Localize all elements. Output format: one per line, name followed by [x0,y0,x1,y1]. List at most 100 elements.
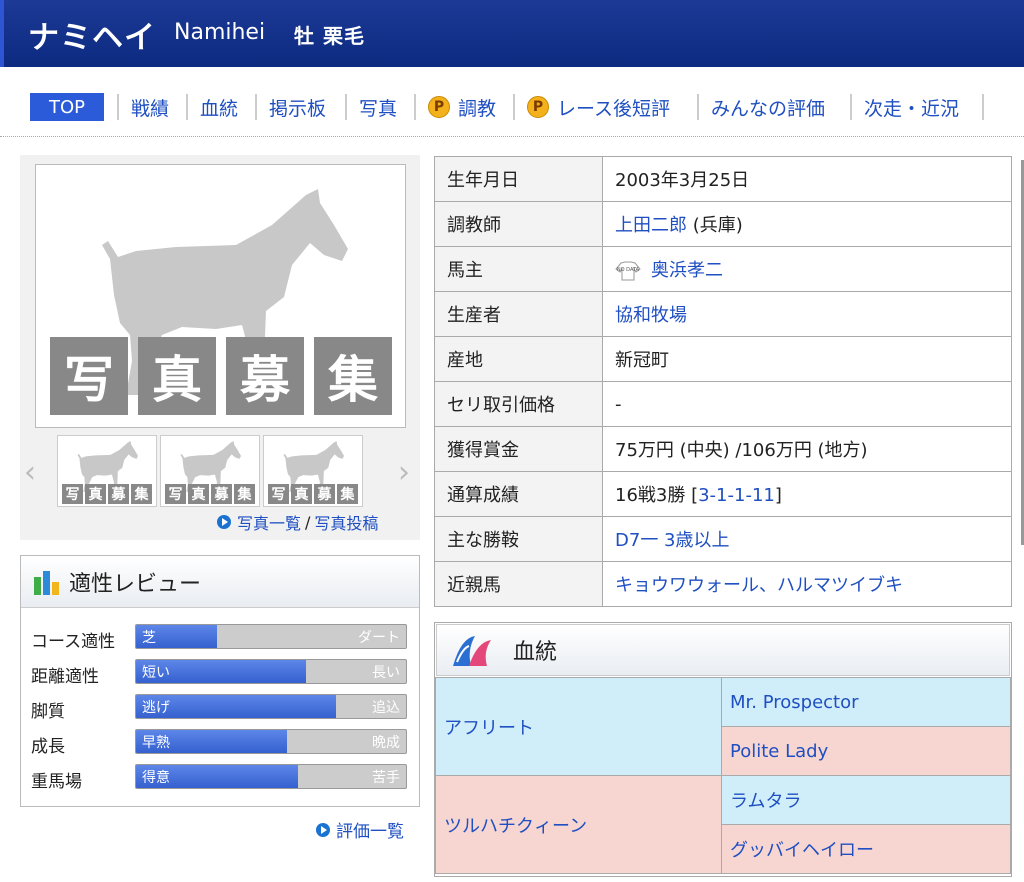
premium-icon: P [428,96,450,118]
thumbnail[interactable]: 写 真 募 集 [263,435,363,507]
thumbnail[interactable]: 写 真 募 集 [57,435,157,507]
profile-value: 新冠町 [602,336,1012,382]
chevron-right-icon[interactable]: › [398,455,410,490]
bar-left-label: 逃げ [142,700,170,716]
dam-dam-cell: グッバイヘイロー [721,824,1011,874]
sire-sire-link[interactable]: Mr. Prospector [730,692,859,713]
main-win-link[interactable]: D7一 3歳以上 [615,530,730,551]
bar-left-label: 芝 [142,630,156,646]
profile-row: 生年月日 2003年3月25日 [434,156,1012,202]
profile-value: 16戦3勝 [3-1-1-11] [602,471,1012,517]
nav-divider [850,94,852,120]
link-separator: / [305,512,311,532]
dam-sire-link[interactable]: ラムタラ [730,791,801,812]
page-header: ナミヘイ Namihei 牡 栗毛 [0,0,1024,67]
tab-race-comments[interactable]: P レース後短評 [527,92,670,122]
record-close: ] [774,485,782,506]
sire-sire-cell: Mr. Prospector [721,677,1011,727]
thumbnail[interactable]: 写 真 募 集 [160,435,260,507]
dam-sire-cell: ラムタラ [721,775,1011,825]
profile-row: 近親馬 キョウワウォール、ハルマツイブキ [434,561,1012,607]
review-row: 脚質 逃げ 追込 [31,694,411,722]
main-photo[interactable]: 写 真 募 集 [35,164,406,428]
photo-panel: 写 真 募 集 ‹ 写 真 募 集 写 真 募 集 写 真 募 集 › 写真一覧… [20,155,420,540]
review-row: 重馬場 得意 苦手 [31,764,411,792]
bar-left-label: 得意 [142,770,170,786]
profile-key: 生年月日 [434,156,603,202]
review-row: 成長 早熟 晩成 [31,729,411,757]
bar-chart-icon [34,570,59,595]
dam-dam-link[interactable]: グッバイヘイロー [730,840,874,861]
trainer-region: (兵庫) [687,215,743,236]
pedigree-title: 血統 [513,640,558,665]
review-label: 成長 [31,737,65,757]
aptitude-bar: 短い 長い [135,659,407,684]
photo-thumbnails: ‹ 写 真 募 集 写 真 募 集 写 真 募 集 › [20,433,420,507]
nav-bar: TOP 戦績 血統 掲示板 写真 P 調教 P レース後短評 みんなの評価 次走… [0,67,1024,137]
profile-value: 協和牧場 [602,291,1012,337]
profile-table: 生年月日 2003年3月25日 調教師 上田二郎 (兵庫) 馬主 NO DATA… [434,156,1012,607]
profile-value: キョウワウォール、ハルマツイブキ [602,561,1012,607]
tab-results[interactable]: 戦績 [131,92,169,122]
profile-key: 馬主 [434,246,603,292]
premium-icon: P [527,96,549,118]
aptitude-bar: 早熟 晩成 [135,729,407,754]
profile-row: 馬主 NO DATA 奥浜孝二 [434,246,1012,292]
tab-top[interactable]: TOP [30,93,104,121]
nav-divider [414,94,416,120]
bar-left-label: 早熟 [142,735,170,751]
photo-post-link[interactable]: 写真投稿 [314,510,378,534]
profile-value: D7一 3歳以上 [602,516,1012,562]
profile-row: 調教師 上田二郎 (兵庫) [434,201,1012,247]
relatives-link[interactable]: キョウワウォール、ハルマツイブキ [615,575,903,596]
eval-list-link[interactable]: 評価一覧 [336,817,404,842]
photo-recruit-label: 写 真 募 集 [62,484,152,504]
review-label: 距離適性 [31,667,99,687]
profile-key: 通算成績 [434,471,603,517]
profile-value: 2003年3月25日 [602,156,1012,202]
bar-right-label: 苦手 [372,770,400,786]
tab-photos[interactable]: 写真 [359,92,397,122]
profile-key: 主な勝鞍 [434,516,603,562]
record-link[interactable]: 3-1-1-11 [698,485,775,506]
sire-dam-link[interactable]: Polite Lady [730,741,828,762]
review-label: 脚質 [31,702,65,722]
horse-name-en: Namihei [174,20,266,45]
review-row: 距離適性 短い 長い [31,659,411,687]
jockey-silk-icon: NO DATA [615,261,641,281]
tab-training[interactable]: P 調教 [428,92,496,122]
profile-row: 獲得賞金 75万円 (中央) /106万円 (地方) [434,426,1012,472]
photo-recruit-label: 写 真 募 集 [165,484,255,504]
review-label: コース適性 [31,632,116,652]
profile-value: 75万円 (中央) /106万円 (地方) [602,426,1012,472]
photo-recruit-label: 写 真 募 集 [50,337,392,415]
tab-board[interactable]: 掲示板 [269,92,326,122]
sire-link[interactable]: アフリート [444,718,534,739]
profile-value: NO DATA 奥浜孝二 [602,246,1012,292]
aptitude-bar: 逃げ 追込 [135,694,407,719]
nav-divider [345,94,347,120]
horse-sex-color: 牡 栗毛 [294,24,365,48]
profile-row: 産地 新冠町 [434,336,1012,382]
tab-next-race[interactable]: 次走・近況 [864,92,959,122]
nav-divider [117,94,119,120]
tab-training-label: 調教 [458,97,497,120]
profile-key: セリ取引価格 [434,381,603,427]
profile-key: 生産者 [434,291,603,337]
breeder-link[interactable]: 協和牧場 [615,305,687,326]
bar-right-label: 晩成 [372,735,400,751]
profile-key: 獲得賞金 [434,426,603,472]
trainer-link[interactable]: 上田二郎 [615,215,687,236]
review-header: 適性レビュー [21,556,419,608]
chevron-left-icon[interactable]: ‹ [24,455,36,490]
profile-key: 調教師 [434,201,603,247]
pedigree-logo-icon [453,636,491,666]
profile-row: 通算成績 16戦3勝 [3-1-1-11] [434,471,1012,517]
tab-pedigree[interactable]: 血統 [200,92,238,122]
sire-cell: アフリート [435,677,722,776]
arrow-circle-icon [217,515,231,529]
tab-ratings[interactable]: みんなの評価 [711,92,825,122]
owner-link[interactable]: 奥浜孝二 [651,260,723,281]
dam-link[interactable]: ツルハチクィーン [444,816,587,837]
photo-list-link[interactable]: 写真一覧 [237,510,301,534]
